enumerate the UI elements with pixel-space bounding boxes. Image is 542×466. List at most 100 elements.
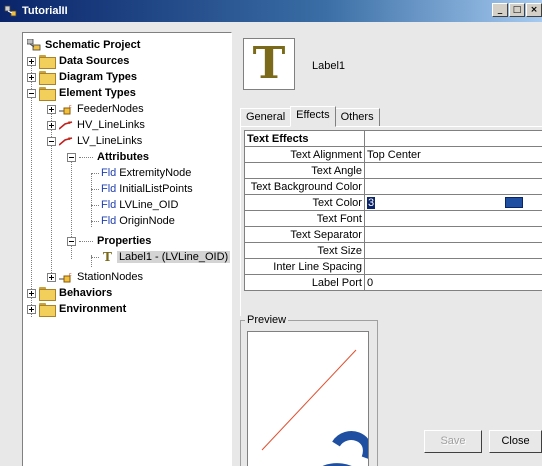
tree-item-lvline-oid[interactable]: Fld LVLine_OID	[91, 197, 178, 213]
tree-item-label: Behaviors	[59, 287, 113, 299]
preview-drawing	[261, 349, 368, 466]
folder-icon	[39, 71, 56, 85]
collapse-icon[interactable]	[27, 88, 36, 98]
tree-item-originnode[interactable]: Fld OriginNode	[91, 213, 175, 229]
tree-item-label: HV_LineLinks	[77, 119, 145, 131]
folder-icon	[39, 303, 56, 317]
property-value[interactable]	[363, 242, 542, 259]
property-key: Text Font	[244, 210, 365, 227]
text-color-input[interactable]: 3	[366, 196, 376, 209]
window-controls: _ □ ×	[491, 3, 542, 17]
property-value[interactable]: 0	[363, 274, 542, 291]
tree-item-initiallistpoints[interactable]: Fld InitialListPoints	[91, 181, 193, 197]
tree-item-label: FeederNodes	[77, 103, 144, 115]
property-value[interactable]	[363, 162, 542, 179]
property-row-text-alignment[interactable]: Text Alignment Top Center	[244, 146, 542, 163]
property-row-text-angle[interactable]: Text Angle	[244, 162, 542, 179]
svg-text:c: c	[69, 272, 72, 278]
tree-item-data-sources[interactable]: Data Sources	[27, 53, 129, 69]
link-type-icon: c	[58, 119, 73, 131]
field-icon: Fld	[101, 167, 117, 179]
expand-icon[interactable]	[27, 304, 36, 314]
property-row-label-port[interactable]: Label Port 0	[244, 274, 542, 291]
expand-icon[interactable]	[47, 120, 56, 130]
property-key: Label Port	[244, 274, 365, 291]
property-value[interactable]	[363, 226, 542, 243]
property-key: Text Alignment	[244, 146, 365, 163]
preview-legend: Preview	[245, 314, 289, 326]
tab-general[interactable]: General	[240, 108, 292, 127]
project-icon	[26, 38, 41, 51]
property-row-inter-line-spacing[interactable]: Inter Line Spacing	[244, 258, 542, 275]
tree-connector	[79, 156, 93, 158]
tree-item-element-types[interactable]: Element Types	[27, 85, 136, 101]
tree-item-behaviors[interactable]: Behaviors	[27, 285, 112, 301]
expand-icon[interactable]	[27, 56, 36, 66]
property-row-text-font[interactable]: Text Font	[244, 210, 542, 227]
property-value[interactable]	[363, 210, 542, 227]
window-title: TutorialII	[22, 5, 68, 17]
field-icon: Fld	[101, 199, 117, 211]
tree-connector	[91, 220, 99, 222]
tree-item-lv-linelinks[interactable]: c LV_LineLinks	[47, 133, 142, 149]
expand-icon[interactable]	[27, 288, 36, 298]
tab-bar: General Effects Others	[240, 106, 380, 127]
collapse-icon[interactable]	[47, 136, 56, 146]
project-tree[interactable]: Schematic Project Data Sources Diagram T…	[22, 32, 232, 466]
field-icon: Fld	[101, 215, 117, 227]
property-value[interactable]	[363, 258, 542, 275]
tree-item-label: InitialListPoints	[119, 183, 193, 195]
tree-item-label: Environment	[59, 303, 127, 315]
minimize-button[interactable]: _	[492, 3, 508, 17]
title-bar: TutorialII _ □ ×	[0, 0, 542, 22]
tree-item-attributes[interactable]: Attributes	[67, 149, 149, 165]
property-value	[363, 130, 542, 147]
property-value[interactable]	[363, 178, 542, 195]
tab-others[interactable]: Others	[334, 108, 380, 127]
tree-item-extremitynode[interactable]: Fld ExtremityNode	[91, 165, 191, 181]
tab-effects[interactable]: Effects	[290, 106, 336, 127]
property-key: Inter Line Spacing	[244, 258, 365, 275]
property-key: Text Size	[244, 242, 365, 259]
close-window-button[interactable]: ×	[526, 3, 542, 17]
tree-item-label: Diagram Types	[59, 71, 138, 83]
close-button[interactable]: Close	[489, 430, 542, 453]
effects-tab-panel: Text Effects Text Alignment Top Center T…	[240, 126, 542, 316]
collapse-icon[interactable]	[67, 152, 76, 162]
property-key: Text Background Color	[244, 178, 365, 195]
property-section-header: Text Effects	[244, 130, 365, 147]
collapse-icon[interactable]	[67, 236, 76, 246]
tree-connector	[91, 172, 99, 174]
preview-group: Preview	[240, 314, 378, 466]
node-type-icon: c	[59, 271, 73, 283]
tree-item-schematic-project[interactable]: Schematic Project	[26, 37, 140, 53]
maximize-button[interactable]: □	[509, 3, 525, 17]
expand-icon[interactable]	[27, 72, 36, 82]
tree-item-label: Data Sources	[59, 55, 130, 67]
tree-connector	[91, 204, 99, 206]
tree-item-environment[interactable]: Environment	[27, 301, 126, 317]
tree-item-label1[interactable]: T Label1 - (LVLine_OID)	[91, 249, 231, 265]
preview-label-glyph	[322, 431, 368, 466]
tree-item-diagram-types[interactable]: Diagram Types	[27, 69, 137, 85]
tree-item-hv-linelinks[interactable]: c HV_LineLinks	[47, 117, 145, 133]
property-row-text-size[interactable]: Text Size	[244, 242, 542, 259]
color-swatch-button[interactable]	[505, 197, 523, 208]
tree-item-label: StationNodes	[77, 271, 144, 283]
tree-item-stationnodes[interactable]: c StationNodes	[47, 269, 143, 285]
save-button[interactable]: Save	[424, 430, 482, 453]
tree-item-label: LVLine_OID	[119, 199, 179, 211]
folder-icon	[39, 55, 56, 69]
expand-icon[interactable]	[47, 104, 56, 114]
label-name: Label1	[312, 60, 346, 72]
tree-item-feedernodes[interactable]: c FeederNodes	[47, 101, 144, 117]
expand-icon[interactable]	[47, 272, 56, 282]
property-value-editor[interactable]: 3	[363, 194, 542, 211]
tree-item-label: Properties	[97, 235, 152, 247]
tree-item-properties[interactable]: Properties	[67, 233, 151, 249]
property-row-text-separator[interactable]: Text Separator	[244, 226, 542, 243]
app-icon	[4, 4, 18, 18]
property-row-text-background-color[interactable]: Text Background Color	[244, 178, 542, 195]
property-value[interactable]: Top Center	[363, 146, 542, 163]
property-row-text-color[interactable]: Text Color 3	[244, 194, 542, 211]
